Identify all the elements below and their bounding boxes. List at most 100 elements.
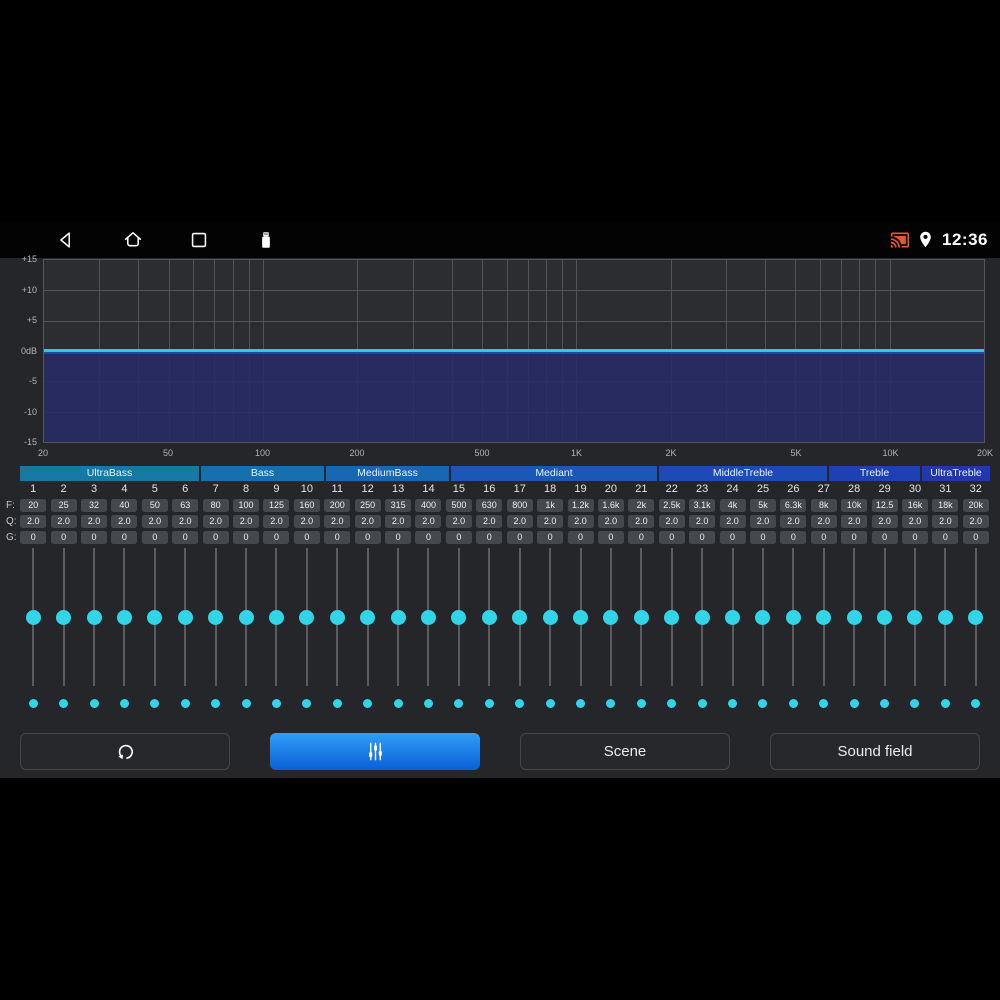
freq-value-chip[interactable]: 20 <box>20 499 47 512</box>
q-value-chip[interactable]: 2.0 <box>233 515 260 528</box>
q-value-chip[interactable]: 2.0 <box>111 515 138 528</box>
q-value-chip[interactable]: 2.0 <box>476 515 503 528</box>
q-value-chip[interactable]: 2.0 <box>901 515 928 528</box>
freq-value-chip[interactable]: 500 <box>445 499 472 512</box>
freq-value-chip[interactable]: 4k <box>719 499 746 512</box>
freq-value-chip[interactable]: 3.1k <box>689 499 716 512</box>
slider-knob[interactable] <box>116 609 132 625</box>
freq-value-chip[interactable]: 160 <box>293 499 320 512</box>
q-value-chip[interactable]: 2.0 <box>202 515 229 528</box>
gain-value-chip[interactable]: 0 <box>749 531 776 544</box>
freq-value-chip[interactable]: 50 <box>141 499 168 512</box>
slider-knob[interactable] <box>877 609 893 625</box>
gain-value-chip[interactable]: 0 <box>81 531 108 544</box>
q-value-chip[interactable]: 2.0 <box>841 515 868 528</box>
q-value-chip[interactable]: 2.0 <box>172 515 199 528</box>
freq-value-chip[interactable]: 20k <box>962 499 989 512</box>
gain-value-chip[interactable]: 0 <box>50 531 77 544</box>
gain-value-chip[interactable]: 0 <box>20 531 47 544</box>
q-value-chip[interactable]: 2.0 <box>719 515 746 528</box>
freq-value-chip[interactable]: 12.5 <box>871 499 898 512</box>
equalizer-button[interactable] <box>270 733 480 770</box>
freq-value-chip[interactable]: 32 <box>81 499 108 512</box>
gain-value-chip[interactable]: 0 <box>871 531 898 544</box>
gain-value-chip[interactable]: 0 <box>293 531 320 544</box>
freq-value-chip[interactable]: 1.6k <box>597 499 624 512</box>
q-value-chip[interactable]: 2.0 <box>354 515 381 528</box>
slider-knob[interactable] <box>360 609 376 625</box>
gain-value-chip[interactable]: 0 <box>658 531 685 544</box>
gain-value-chip[interactable]: 0 <box>445 531 472 544</box>
gain-value-chip[interactable]: 0 <box>506 531 533 544</box>
gain-value-chip[interactable]: 0 <box>324 531 351 544</box>
gain-value-chip[interactable]: 0 <box>263 531 290 544</box>
slider-knob[interactable] <box>86 609 102 625</box>
gain-value-chip[interactable]: 0 <box>689 531 716 544</box>
recents-icon[interactable] <box>188 229 210 251</box>
freq-value-chip[interactable]: 200 <box>324 499 351 512</box>
freq-value-chip[interactable]: 63 <box>172 499 199 512</box>
q-value-chip[interactable]: 2.0 <box>324 515 351 528</box>
gain-value-chip[interactable]: 0 <box>962 531 989 544</box>
slider-knob[interactable] <box>664 609 680 625</box>
back-icon[interactable] <box>55 229 77 251</box>
freq-value-chip[interactable]: 2.5k <box>658 499 685 512</box>
q-value-chip[interactable]: 2.0 <box>415 515 442 528</box>
slider-knob[interactable] <box>420 609 436 625</box>
q-value-chip[interactable]: 2.0 <box>445 515 472 528</box>
q-value-chip[interactable]: 2.0 <box>810 515 837 528</box>
slider-knob[interactable] <box>25 609 41 625</box>
gain-value-chip[interactable]: 0 <box>780 531 807 544</box>
q-value-chip[interactable]: 2.0 <box>81 515 108 528</box>
gain-value-chip[interactable]: 0 <box>354 531 381 544</box>
freq-value-chip[interactable]: 40 <box>111 499 138 512</box>
q-value-chip[interactable]: 2.0 <box>689 515 716 528</box>
slider-knob[interactable] <box>299 609 315 625</box>
q-value-chip[interactable]: 2.0 <box>263 515 290 528</box>
gain-value-chip[interactable]: 0 <box>202 531 229 544</box>
q-value-chip[interactable]: 2.0 <box>932 515 959 528</box>
slider-knob[interactable] <box>177 609 193 625</box>
gain-value-chip[interactable]: 0 <box>111 531 138 544</box>
freq-value-chip[interactable]: 315 <box>385 499 412 512</box>
gain-value-chip[interactable]: 0 <box>141 531 168 544</box>
freq-value-chip[interactable]: 2k <box>628 499 655 512</box>
scene-button[interactable]: Scene <box>520 733 730 770</box>
slider-knob[interactable] <box>451 609 467 625</box>
q-value-chip[interactable]: 2.0 <box>537 515 564 528</box>
reset-button[interactable] <box>20 733 230 770</box>
gain-value-chip[interactable]: 0 <box>172 531 199 544</box>
q-value-chip[interactable]: 2.0 <box>567 515 594 528</box>
freq-value-chip[interactable]: 630 <box>476 499 503 512</box>
slider-knob[interactable] <box>937 609 953 625</box>
freq-value-chip[interactable]: 25 <box>50 499 77 512</box>
q-value-chip[interactable]: 2.0 <box>141 515 168 528</box>
slider-knob[interactable] <box>907 609 923 625</box>
slider-knob[interactable] <box>268 609 284 625</box>
slider-knob[interactable] <box>390 609 406 625</box>
freq-value-chip[interactable]: 5k <box>749 499 776 512</box>
q-value-chip[interactable]: 2.0 <box>749 515 776 528</box>
freq-value-chip[interactable]: 8k <box>810 499 837 512</box>
slider-knob[interactable] <box>147 609 163 625</box>
slider-knob[interactable] <box>846 609 862 625</box>
slider-knob[interactable] <box>785 609 801 625</box>
gain-value-chip[interactable]: 0 <box>233 531 260 544</box>
slider-knob[interactable] <box>512 609 528 625</box>
slider-knob[interactable] <box>56 609 72 625</box>
q-value-chip[interactable]: 2.0 <box>293 515 320 528</box>
gain-value-chip[interactable]: 0 <box>628 531 655 544</box>
gain-value-chip[interactable]: 0 <box>537 531 564 544</box>
freq-value-chip[interactable]: 10k <box>841 499 868 512</box>
q-value-chip[interactable]: 2.0 <box>871 515 898 528</box>
gain-value-chip[interactable]: 0 <box>932 531 959 544</box>
q-value-chip[interactable]: 2.0 <box>658 515 685 528</box>
freq-value-chip[interactable]: 1k <box>537 499 564 512</box>
slider-knob[interactable] <box>329 609 345 625</box>
sound-field-button[interactable]: Sound field <box>770 733 980 770</box>
gain-value-chip[interactable]: 0 <box>841 531 868 544</box>
q-value-chip[interactable]: 2.0 <box>780 515 807 528</box>
freq-value-chip[interactable]: 1.2k <box>567 499 594 512</box>
q-value-chip[interactable]: 2.0 <box>597 515 624 528</box>
gain-value-chip[interactable]: 0 <box>597 531 624 544</box>
